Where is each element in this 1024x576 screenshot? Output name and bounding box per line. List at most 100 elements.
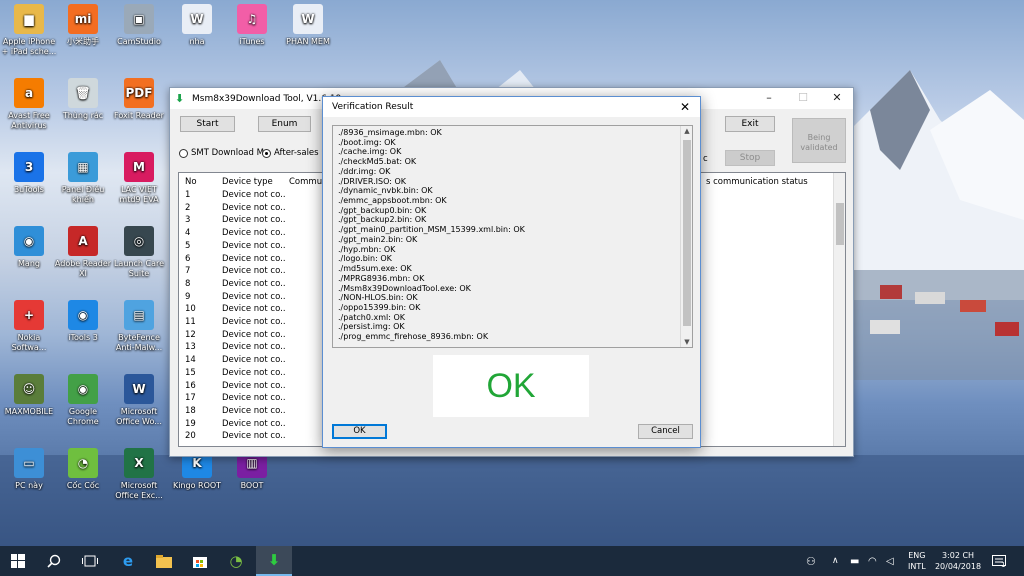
- wifi-icon[interactable]: ◠: [868, 546, 877, 576]
- desktop-icon-itunes[interactable]: ♫ iTunes: [223, 4, 281, 47]
- coccoc-taskbar-icon[interactable]: ◔: [218, 546, 254, 576]
- table-row[interactable]: 3 Device not co...: [179, 214, 286, 227]
- desktop-icon-thungrac[interactable]: 🗑 Thùng rác: [54, 78, 112, 121]
- table-row[interactable]: 12 Device not co...: [179, 329, 286, 342]
- close-button[interactable]: ✕: [820, 88, 854, 109]
- table-row[interactable]: 8 Device not co...: [179, 278, 286, 291]
- edge-icon[interactable]: e: [110, 546, 146, 576]
- table-row[interactable]: 20 Device not co...: [179, 430, 286, 443]
- xiaomi-icon: mi: [68, 4, 98, 34]
- table-row[interactable]: 1 Device not co...: [179, 189, 286, 202]
- row-number: 10: [185, 304, 196, 315]
- desktop-icon-label: PHAN MEM: [286, 37, 330, 46]
- control-panel-icon: ▦: [68, 152, 98, 182]
- table-row[interactable]: 2 Device not co...: [179, 202, 286, 215]
- table-row[interactable]: 18 Device not co...: [179, 405, 286, 418]
- network-tray-icon[interactable]: ▬: [850, 546, 859, 576]
- tool-title: Msm8x39Download Tool, V1.6.19: [192, 93, 342, 104]
- desktop-icon-pc[interactable]: ▭ PC này: [0, 448, 58, 491]
- log-scrollbar[interactable]: ▲ ▼: [680, 126, 692, 347]
- desktop-icon-foxit[interactable]: PDF Foxit Reader: [110, 78, 168, 121]
- desktop-icon-chrome[interactable]: ◉ Google Chrome: [54, 374, 112, 427]
- desktop-icon-itools[interactable]: ◉ iTools 3: [54, 300, 112, 343]
- start-button[interactable]: Start: [180, 116, 235, 132]
- windows-start-icon[interactable]: [0, 546, 36, 576]
- task-view-icon[interactable]: [72, 546, 108, 576]
- table-row[interactable]: 10 Device not co...: [179, 303, 286, 316]
- desktop-icon-maxmobile[interactable]: ☺ MAXMOBILE: [0, 374, 58, 417]
- table-row[interactable]: 14 Device not co...: [179, 354, 286, 367]
- tray-chevron-icon[interactable]: ∧: [832, 546, 839, 576]
- desktop-icon-lacviet[interactable]: M LẠC VIỆT mtd9 EVA: [110, 152, 168, 205]
- cancel-button[interactable]: Cancel: [638, 424, 693, 439]
- download-tool-taskbar-icon[interactable]: ⬇: [256, 546, 292, 576]
- desktop-icon-label: Apple iPhone + iPad sche...: [1, 37, 57, 56]
- row-device-type: Device not co...: [222, 418, 286, 429]
- desktop-icon-nokia[interactable]: + Nokia Softwa...: [0, 300, 58, 353]
- table-row[interactable]: 6 Device not co...: [179, 253, 286, 266]
- table-row[interactable]: 17 Device not co...: [179, 392, 286, 405]
- scroll-down-icon[interactable]: ▼: [681, 338, 692, 346]
- minimize-button[interactable]: –: [752, 88, 786, 109]
- table-row[interactable]: 15 Device not co...: [179, 367, 286, 380]
- radio-smt-download[interactable]: SMT Download Mc: [179, 148, 269, 158]
- row-device-type: Device not co...: [222, 228, 286, 239]
- desktop-icon-adobe[interactable]: A Adobe Reader XI: [54, 226, 112, 279]
- dialog-titlebar[interactable]: Verification Result: [323, 97, 700, 117]
- scroll-thumb[interactable]: [836, 203, 844, 245]
- desktop-icon-avast[interactable]: a Avast Free Antivirus: [0, 78, 58, 131]
- desktop-icon-label: Launch Care Suite: [113, 259, 165, 278]
- row-number: 7: [185, 266, 191, 277]
- table-scrollbar[interactable]: [833, 173, 845, 446]
- language-indicator[interactable]: ENG INTL: [908, 546, 926, 576]
- stop-button[interactable]: Stop: [725, 150, 775, 166]
- enum-button[interactable]: Enum: [258, 116, 311, 132]
- desktop-icon-3utools[interactable]: 3 3uTools: [0, 152, 58, 195]
- col-header-status: s communication status: [706, 177, 808, 187]
- table-row[interactable]: 13 Device not co...: [179, 341, 286, 354]
- desktop-icon-bytefence[interactable]: ▤ ByteFence Anti-Malw...: [110, 300, 168, 353]
- search-icon[interactable]: [36, 546, 72, 576]
- desktop-icon-xiaomi[interactable]: mi 小米助手: [54, 4, 112, 47]
- scroll-up-icon[interactable]: ▲: [681, 127, 692, 135]
- desktop-icon-label: Kingo ROOT: [172, 481, 222, 490]
- table-row[interactable]: 11 Device not co...: [179, 316, 286, 329]
- log-lines: ./8936_msimage.mbn: OK ./boot.img: OK ./ca…: [338, 128, 692, 342]
- desktop-icon-launch[interactable]: ◎ Launch Care Suite: [110, 226, 168, 279]
- table-row[interactable]: 5 Device not co...: [179, 240, 286, 253]
- verification-log[interactable]: ./8936_msimage.mbn: OK ./boot.img: OK ./ca…: [332, 125, 693, 348]
- volume-icon[interactable]: ◁: [886, 546, 894, 576]
- ms-excel-icon: X: [124, 448, 154, 478]
- desktop-icon-word[interactable]: W Microsoft Office Wo...: [110, 374, 168, 427]
- table-row[interactable]: 16 Device not co...: [179, 380, 286, 393]
- desktop-icon-nha[interactable]: Wnha: [168, 4, 226, 47]
- desktop-icon-coccoc[interactable]: ◔ Cốc Cốc: [54, 448, 112, 491]
- exit-button[interactable]: Exit: [725, 116, 775, 132]
- table-row[interactable]: 19 Device not co...: [179, 418, 286, 431]
- action-center-icon[interactable]: 1: [992, 546, 1006, 576]
- file-explorer-icon[interactable]: [146, 546, 182, 576]
- desktop-icon-mang[interactable]: ◉ Mạng: [0, 226, 58, 269]
- table-row[interactable]: 4 Device not co...: [179, 227, 286, 240]
- log-line: ./MPRG8936.mbn: OK: [338, 273, 425, 283]
- row-number: 9: [185, 291, 191, 302]
- log-scroll-thumb[interactable]: [683, 140, 691, 326]
- store-icon[interactable]: [182, 546, 218, 576]
- row-number: 3: [185, 215, 191, 226]
- desktop-icon-label: MAXMOBILE: [4, 407, 54, 416]
- row-device-type: Device not co...: [222, 367, 286, 378]
- dialog-close-icon[interactable]: ✕: [670, 97, 700, 117]
- desktop-icon-phanmem[interactable]: W PHAN MEM: [279, 4, 337, 47]
- table-row[interactable]: 7 Device not co...: [179, 265, 286, 278]
- ok-button[interactable]: OK: [332, 424, 387, 439]
- word-doc-icon: W: [182, 4, 212, 34]
- clock[interactable]: 3:02 CH 20/04/2018: [935, 546, 981, 576]
- desktop-icon-panel[interactable]: ▦ Panel Điều khiển: [54, 152, 112, 205]
- desktop-icon-camstudio[interactable]: ▣ CamStudio: [110, 4, 168, 47]
- maximize-button[interactable]: ☐: [786, 88, 820, 109]
- desktop-icon-excel[interactable]: X Microsoft Office Exc...: [110, 448, 168, 501]
- desktop-icon-label: 3uTools: [14, 185, 44, 194]
- table-row[interactable]: 9 Device not co...: [179, 291, 286, 304]
- desktop-icon-apple[interactable]: ▆ Apple iPhone + iPad sche...: [0, 4, 58, 57]
- people-icon[interactable]: ⚇: [806, 546, 816, 576]
